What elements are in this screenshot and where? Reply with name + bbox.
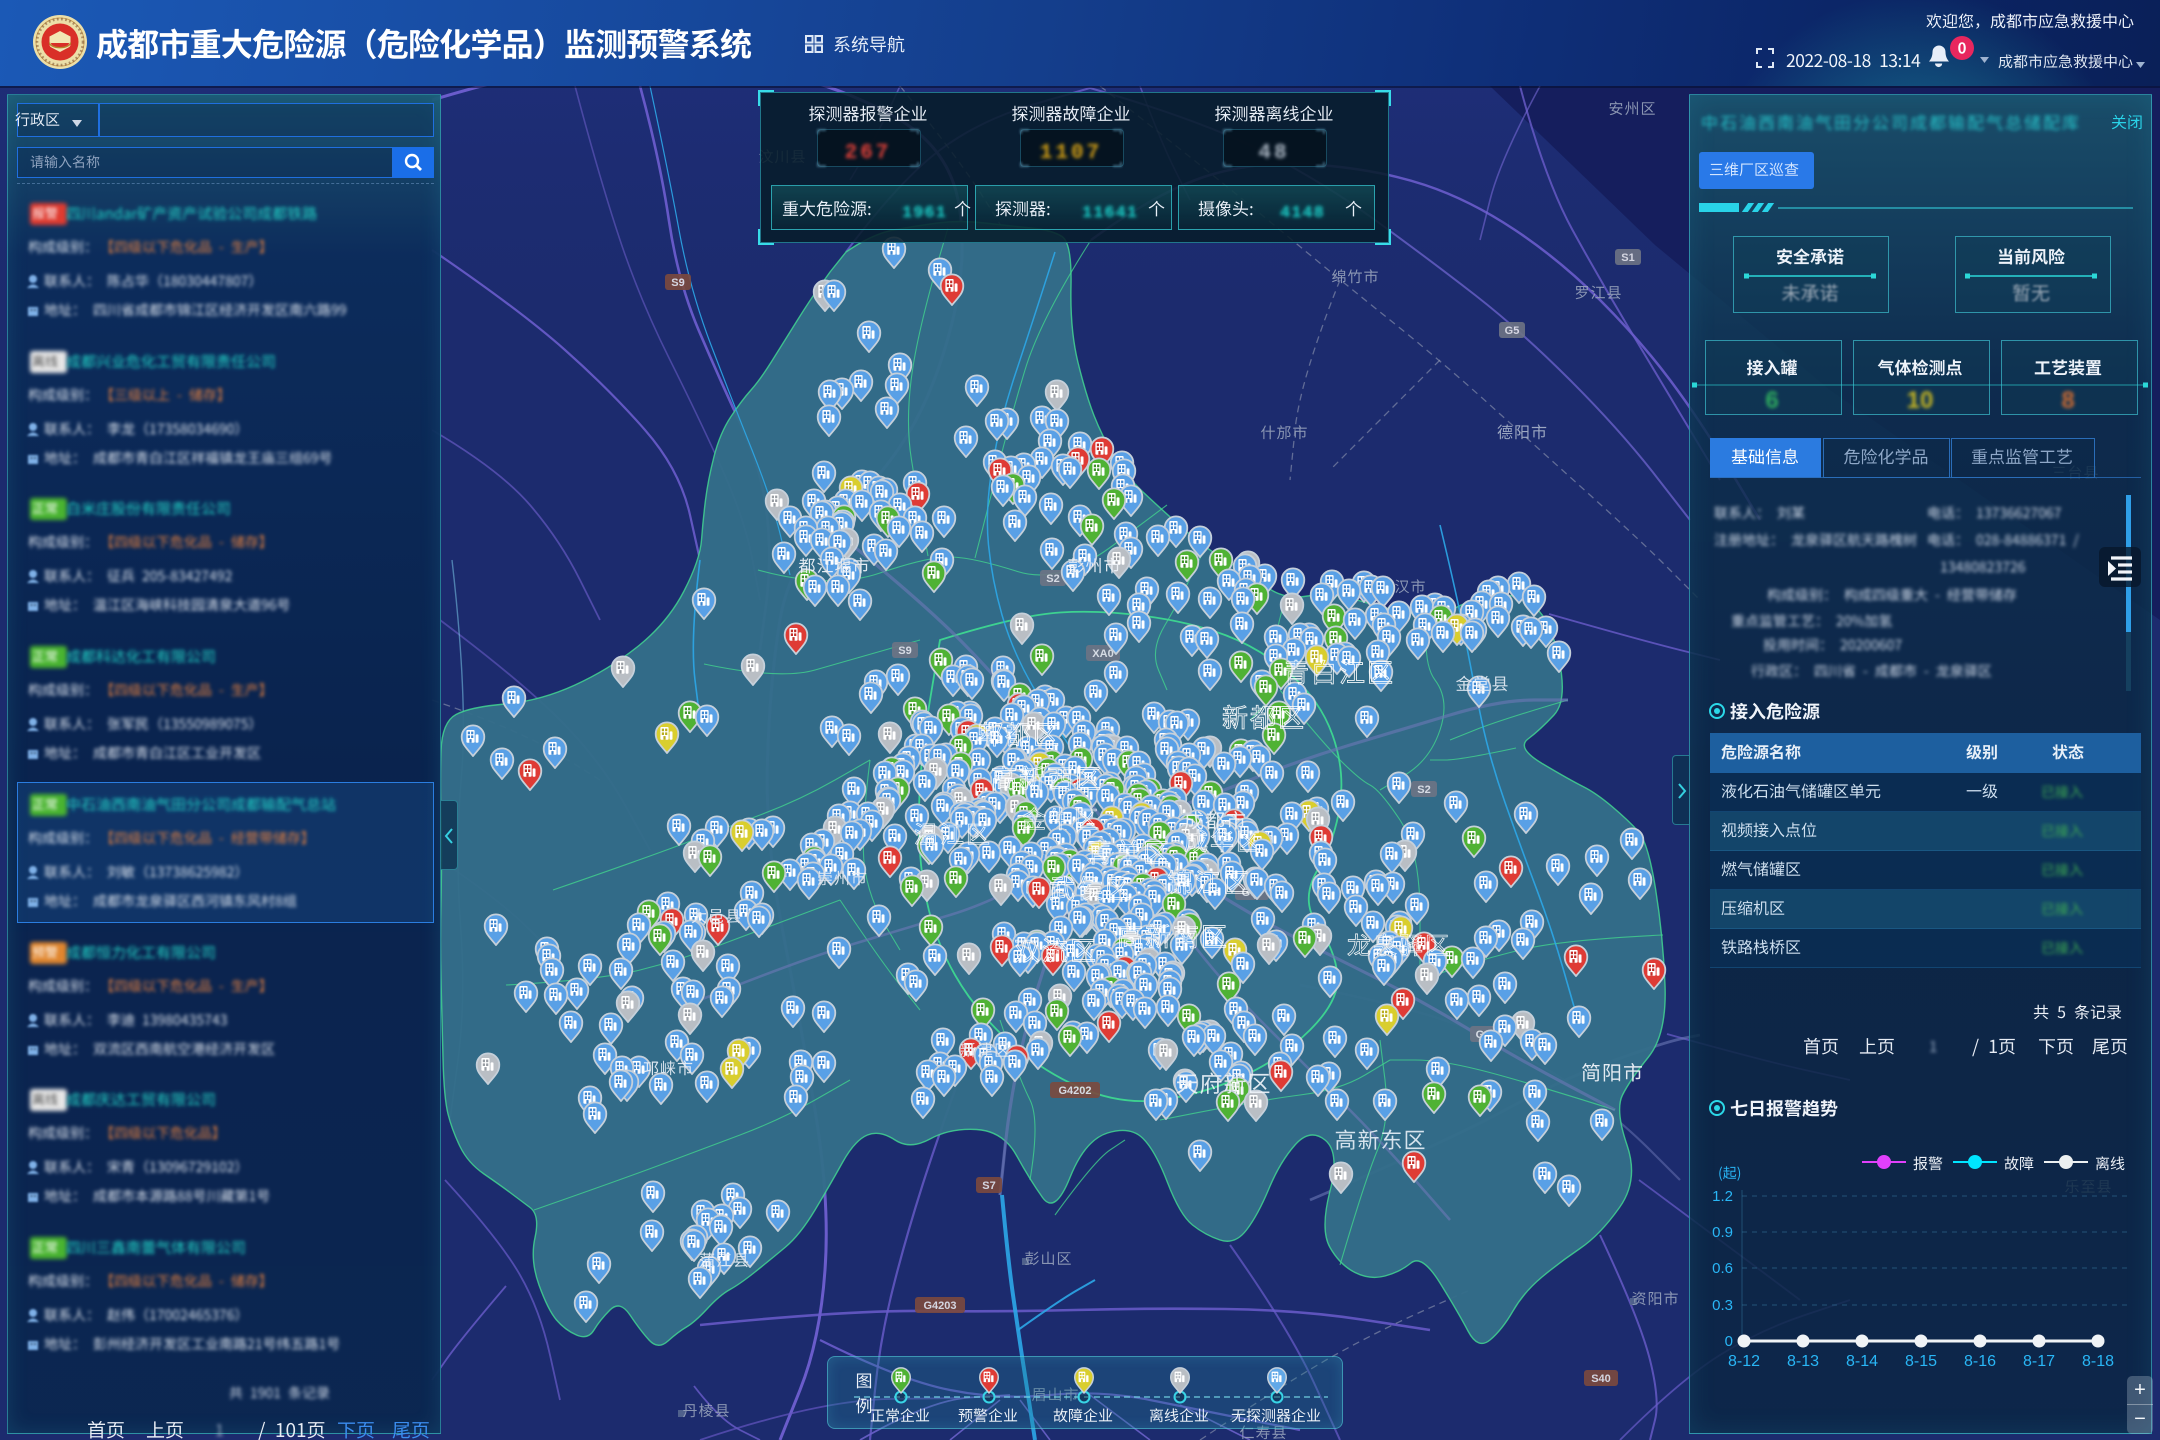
svg-text:G5: G5 (1505, 325, 1520, 337)
svg-text:XA0: XA0 (1092, 648, 1113, 660)
svg-text:S40: S40 (1591, 1373, 1611, 1385)
svg-text:S2: S2 (1046, 573, 1059, 585)
svg-text:S7: S7 (982, 1180, 995, 1192)
svg-text:S9: S9 (671, 277, 684, 289)
svg-text:S2: S2 (1417, 784, 1430, 796)
svg-text:G4203: G4203 (923, 1300, 956, 1312)
svg-text:S9: S9 (898, 645, 911, 657)
svg-text:S1: S1 (1621, 252, 1634, 264)
svg-text:G4202: G4202 (1058, 1085, 1091, 1097)
